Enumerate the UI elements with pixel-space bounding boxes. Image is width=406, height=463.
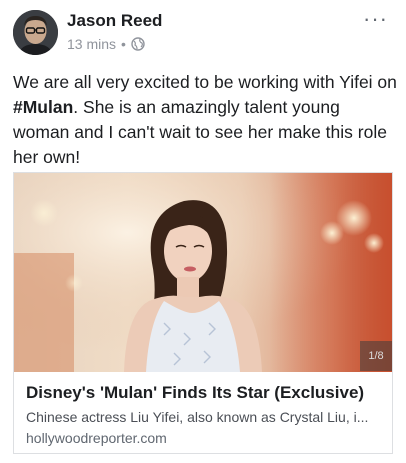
post-timestamp[interactable]: 13 mins [67,36,116,52]
post-header: Jason Reed 13 mins • ··· [0,0,406,64]
link-preview-image[interactable]: 1/8 [14,173,392,372]
avatar[interactable] [13,10,58,55]
hashtag-link[interactable]: #Mulan [13,97,73,117]
author-name[interactable]: Jason Reed [67,11,162,31]
post-text: We are all very excited to be working wi… [13,70,398,170]
link-preview-card[interactable]: 1/8 Disney's 'Mulan' Finds Its Star (Exc… [13,172,393,454]
link-domain: hollywoodreporter.com [26,430,167,446]
link-title[interactable]: Disney's 'Mulan' Finds Its Star (Exclusi… [26,383,386,403]
more-options-button[interactable]: ··· [363,6,388,32]
link-description: Chinese actress Liu Yifei, also known as… [26,409,369,425]
post-text-start: We are all very excited to be working wi… [13,72,397,92]
globe-icon[interactable] [131,37,145,51]
image-counter: 1/8 [360,341,392,371]
meta-separator: • [121,36,126,52]
post-meta: 13 mins • [67,36,145,52]
